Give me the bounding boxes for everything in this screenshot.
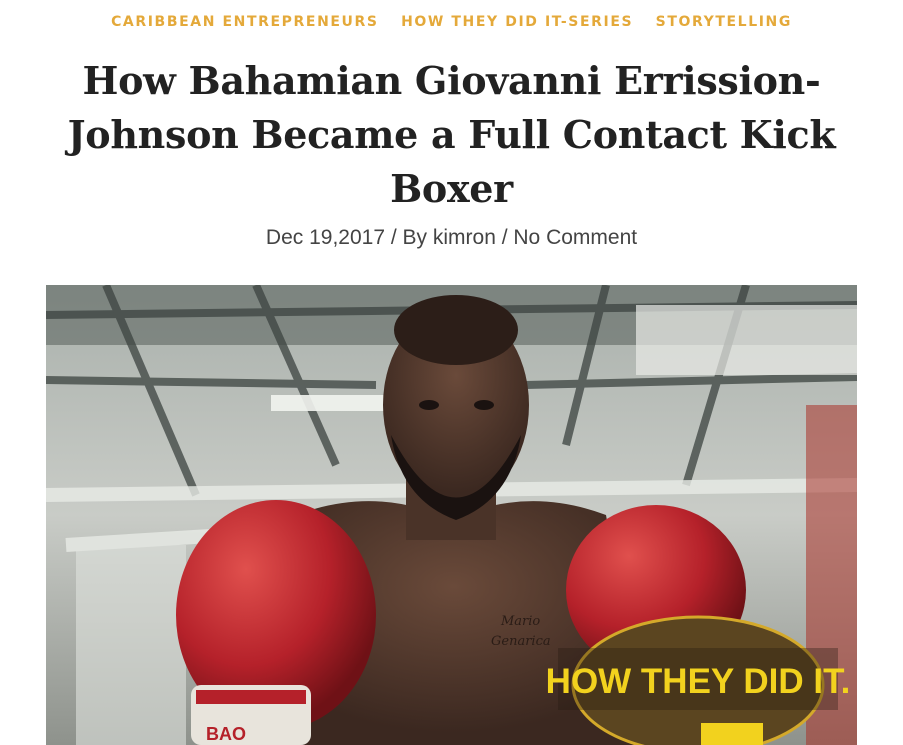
tattoo-text-line2: Genarica: [491, 634, 551, 649]
category-links: CARIBBEAN ENTREPRENEURS HOW THEY DID IT-…: [0, 14, 903, 30]
glove-brand-text: BAO: [206, 724, 246, 744]
category-caribbean-entrepreneurs[interactable]: CARIBBEAN ENTREPRENEURS: [111, 14, 379, 30]
tattoo-text-line1: Mario: [500, 614, 540, 629]
category-storytelling[interactable]: STORYTELLING: [656, 14, 792, 30]
post-comments-link[interactable]: No Comment: [513, 226, 637, 249]
featured-image[interactable]: Mario Genarica BAO HOW THEY DID IT.: [46, 285, 857, 745]
post-date: Dec 19,2017: [265, 226, 385, 249]
category-how-they-did-it-series[interactable]: HOW THEY DID IT-SERIES: [401, 14, 633, 30]
badge-text: HOW THEY DID IT.: [546, 662, 851, 701]
post-meta: Dec 19,2017 / By kimron / No Comment: [0, 226, 903, 250]
boxer-photo: Mario Genarica BAO HOW THEY DID IT.: [46, 285, 857, 745]
meta-separator-by: / By: [385, 226, 433, 249]
post-title: How Bahamian Giovanni Errission-Johnson …: [67, 58, 836, 211]
post-author-link[interactable]: kimron: [433, 226, 496, 249]
meta-separator: /: [495, 226, 514, 249]
